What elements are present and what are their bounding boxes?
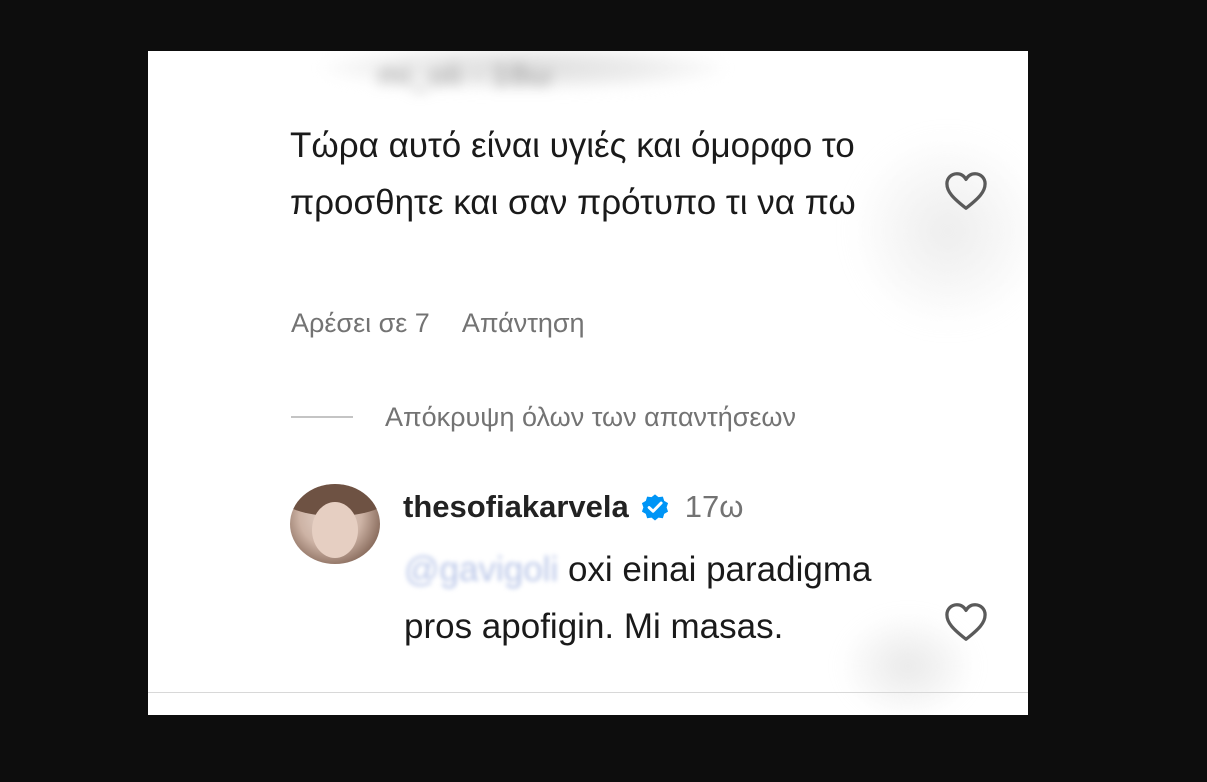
reply-header: thesofiakarvela 17ω <box>403 489 743 525</box>
reply-heart-icon[interactable] <box>944 602 988 642</box>
likes-count[interactable]: Αρέσει σε 7 <box>291 308 430 338</box>
hide-replies-divider <box>291 416 353 418</box>
hide-replies-label: Απόκρυψη όλων των απαντήσεων <box>385 401 797 432</box>
comment-meta: Αρέσει σε 7 Απάντηση <box>291 308 611 339</box>
reply-username[interactable]: thesofiakarvela <box>403 489 629 525</box>
reply-timestamp: 17ω <box>684 489 744 524</box>
heart-icon[interactable] <box>944 171 988 211</box>
avatar[interactable] <box>290 484 380 564</box>
reply-button[interactable]: Απάντηση <box>462 308 585 338</box>
blurred-username: mi_oli · 18ω <box>323 51 723 92</box>
comment-panel: mi_oli · 18ω Τώρα αυτό είναι υγιές και ό… <box>148 51 1028 715</box>
hide-replies-button[interactable]: Απόκρυψη όλων των απαντήσεων <box>291 397 796 437</box>
blurred-username-text: mi_oli · 18ω <box>378 59 552 92</box>
bottom-divider <box>148 692 1028 693</box>
mention-link[interactable]: @gavigoli <box>404 550 558 589</box>
comment-text: Τώρα αυτό είναι υγιές και όμορφο το προσ… <box>290 126 856 222</box>
verified-badge-icon <box>641 494 668 521</box>
